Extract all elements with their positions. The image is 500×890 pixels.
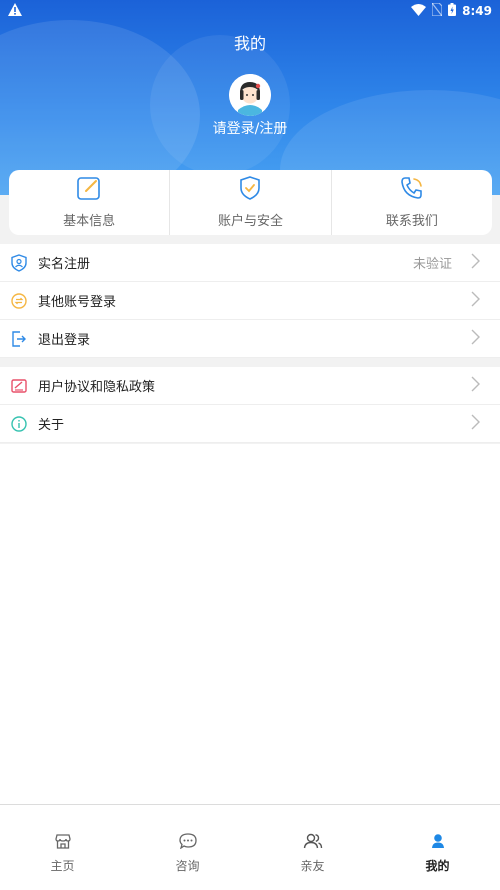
account-settings-list: 实名注册 未验证 其他账号登录 退出登录 (0, 244, 500, 358)
switch-account-icon (0, 292, 38, 309)
tab-mine[interactable]: 我的 (375, 805, 500, 890)
list-item-real-name[interactable]: 实名注册 未验证 (0, 244, 500, 282)
quick-account-security[interactable]: 账户与安全 (169, 170, 330, 235)
warning-icon (8, 3, 22, 19)
chevron-right-icon (470, 329, 490, 349)
login-register-link[interactable]: 请登录/注册 (0, 118, 500, 138)
status-time: 8:49 (462, 4, 492, 18)
logout-icon (0, 330, 38, 347)
wifi-icon (411, 3, 427, 19)
list-item-label: 用户协议和隐私政策 (38, 380, 156, 395)
tab-label: 咨询 (175, 859, 200, 873)
chat-icon (178, 833, 197, 853)
status-bar: 8:49 (0, 0, 500, 22)
info-list: 用户协议和隐私政策 关于 (0, 367, 500, 443)
tab-label: 我的 (425, 859, 450, 873)
list-item-label: 其他账号登录 (38, 295, 117, 310)
profile-header: 8:49 我的 请登录/注册 (0, 0, 500, 195)
tab-label: 亲友 (300, 859, 325, 873)
content-background (0, 444, 500, 804)
quick-basic-info-label: 基本信息 (63, 214, 116, 229)
tab-consult[interactable]: 咨询 (125, 805, 250, 890)
tab-home[interactable]: 主页 (0, 805, 125, 890)
avatar[interactable] (229, 74, 271, 116)
quick-basic-info[interactable]: 基本信息 (9, 170, 169, 235)
phone-icon (399, 175, 425, 201)
quick-contact-us[interactable]: 联系我们 (330, 170, 492, 235)
list-item-about[interactable]: 关于 (0, 405, 500, 443)
page-title: 我的 (233, 34, 266, 53)
edit-icon (76, 175, 102, 201)
quick-contact-us-label: 联系我们 (385, 214, 438, 229)
list-item-label: 关于 (38, 418, 65, 433)
tab-friends[interactable]: 亲友 (250, 805, 375, 890)
chevron-right-icon (470, 376, 490, 396)
quick-account-security-label: 账户与安全 (217, 214, 283, 229)
list-item-label: 退出登录 (38, 333, 91, 348)
list-item-agreement-privacy[interactable]: 用户协议和隐私政策 (0, 367, 500, 405)
quick-actions-card: 基本信息 账户与安全 联系我们 (9, 170, 492, 235)
header-decoration (150, 35, 290, 175)
chevron-right-icon (470, 253, 490, 273)
friends-icon (303, 833, 323, 853)
tab-label: 主页 (50, 859, 75, 873)
id-shield-icon (0, 253, 38, 272)
chevron-right-icon (470, 414, 490, 434)
user-icon (430, 833, 446, 853)
info-icon (0, 415, 38, 432)
no-sim-icon (431, 2, 443, 19)
verification-status: 未验证 (412, 257, 452, 272)
battery-icon (448, 3, 457, 19)
list-item-other-account-login[interactable]: 其他账号登录 (0, 282, 500, 320)
list-item-label: 实名注册 (38, 257, 91, 272)
bottom-tab-bar: 主页 咨询 亲友 我的 (0, 804, 500, 890)
list-item-logout[interactable]: 退出登录 (0, 320, 500, 358)
chevron-right-icon (470, 291, 490, 311)
home-icon (54, 833, 72, 853)
shield-icon (238, 175, 262, 201)
agreement-icon (0, 378, 38, 394)
